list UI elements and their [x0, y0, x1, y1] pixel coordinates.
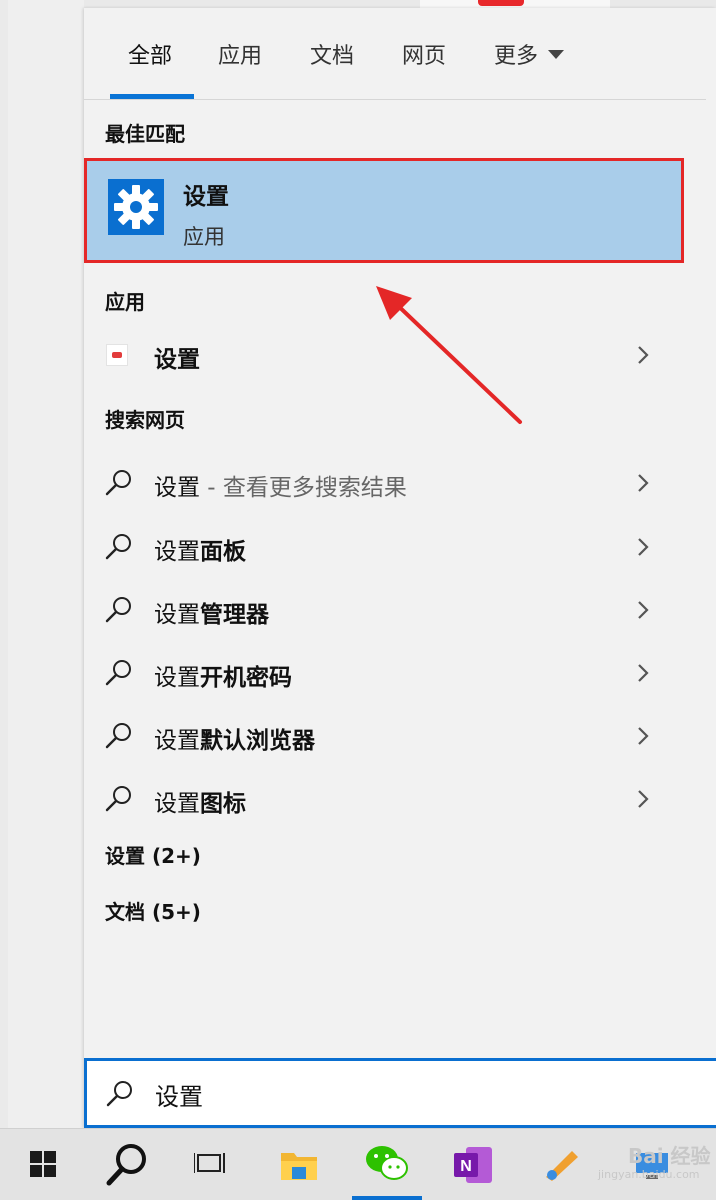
- app-icon: [106, 344, 128, 366]
- wechat-button[interactable]: [352, 1129, 422, 1200]
- search-icon: [105, 534, 131, 560]
- onenote-button[interactable]: N: [438, 1129, 508, 1200]
- active-tab-indicator: [110, 94, 194, 99]
- web-result-label: 设置管理器: [154, 595, 269, 629]
- folder-icon: [281, 1153, 317, 1180]
- app-result-label: 设置: [154, 347, 200, 373]
- web-result-row[interactable]: 设置默认浏览器: [84, 709, 706, 765]
- best-match-settings-app[interactable]: 设置 应用: [84, 158, 684, 263]
- section-apps: 应用: [105, 290, 145, 314]
- web-result-bold: 默认浏览器: [200, 728, 315, 754]
- web-result-prefix: 设置: [154, 665, 200, 691]
- section-settings-group[interactable]: 设置 (2+): [105, 840, 201, 869]
- search-tabs: 全部 应用 文档 网页 更多: [84, 8, 706, 100]
- paint-icon: [546, 1151, 578, 1181]
- web-result-bold: 面板: [200, 539, 246, 565]
- web-result-label: 设置图标: [154, 784, 246, 818]
- chevron-right-icon: [638, 664, 649, 682]
- chevron-right-icon: [638, 346, 649, 364]
- chevron-right-icon: [638, 727, 649, 745]
- windows-logo-icon: [30, 1151, 56, 1177]
- web-result-prefix: 设置: [154, 791, 200, 817]
- chevron-right-icon: [638, 601, 649, 619]
- start-button[interactable]: [8, 1129, 78, 1200]
- web-result-row[interactable]: 设置 - 查看更多搜索结果: [84, 456, 706, 512]
- settings-gear-icon: [108, 179, 164, 235]
- search-icon: [106, 1144, 146, 1186]
- section-best-match: 最佳匹配: [105, 122, 185, 146]
- search-icon: [105, 723, 131, 749]
- svg-text:N: N: [460, 1158, 472, 1175]
- tab-web[interactable]: 网页: [402, 38, 446, 70]
- search-icon: [106, 1081, 132, 1107]
- web-result-hint: - 查看更多搜索结果: [200, 475, 407, 501]
- task-view-icon: [194, 1153, 225, 1173]
- annotation-arrow-icon: [376, 286, 522, 424]
- active-app-indicator: [352, 1196, 422, 1200]
- watermark-url: jingyan.baidu.com: [598, 1168, 700, 1181]
- web-result-prefix: 设置: [154, 728, 200, 754]
- web-result-prefix: 设置: [154, 602, 200, 628]
- start-search-panel: 全部 应用 文档 网页 更多 最佳匹配 设置 应用 应用 设置 搜索网页 设置 …: [84, 8, 716, 1128]
- background-window-inner: [8, 0, 84, 1128]
- task-view-button[interactable]: [176, 1129, 246, 1200]
- tab-apps[interactable]: 应用: [218, 38, 262, 70]
- web-result-prefix: 设置: [154, 475, 200, 501]
- search-icon: [105, 597, 131, 623]
- tab-documents[interactable]: 文档: [310, 38, 354, 70]
- paint-button[interactable]: [530, 1129, 600, 1200]
- tab-more[interactable]: 更多: [494, 38, 565, 70]
- search-icon: [105, 470, 131, 496]
- chevron-right-icon: [638, 790, 649, 808]
- web-result-bold: 开机密码: [200, 665, 292, 691]
- caret-down-icon: [548, 50, 565, 59]
- web-result-label: 设置默认浏览器: [154, 721, 315, 755]
- file-explorer-button[interactable]: [264, 1129, 334, 1200]
- background-red-tab: [478, 0, 524, 6]
- section-web: 搜索网页: [105, 408, 185, 432]
- search-icon: [105, 786, 131, 812]
- best-match-title: 设置: [183, 184, 229, 210]
- web-result-row[interactable]: 设置图标: [84, 772, 706, 828]
- taskbar: N: [0, 1128, 716, 1200]
- taskbar-search-button[interactable]: [92, 1129, 162, 1200]
- search-box[interactable]: [84, 1058, 716, 1128]
- best-match-subtitle: 应用: [183, 225, 225, 249]
- section-documents-group[interactable]: 文档 (5+): [105, 896, 201, 925]
- wechat-icon: [366, 1146, 408, 1180]
- watermark-brand: Bai 经验: [628, 1144, 711, 1168]
- web-result-prefix: 设置: [154, 539, 200, 565]
- web-result-bold: 图标: [200, 791, 246, 817]
- web-result-bold: 管理器: [200, 602, 269, 628]
- chevron-right-icon: [638, 474, 649, 492]
- tab-more-label: 更多: [494, 44, 539, 69]
- search-input[interactable]: [153, 1073, 657, 1115]
- web-result-label: 设置 - 查看更多搜索结果: [154, 468, 407, 502]
- web-result-row[interactable]: 设置开机密码: [84, 646, 706, 702]
- onenote-icon: N: [454, 1147, 492, 1183]
- web-result-label: 设置面板: [154, 532, 246, 566]
- web-result-row[interactable]: 设置面板: [84, 520, 706, 576]
- web-result-row[interactable]: 设置管理器: [84, 583, 706, 639]
- web-result-label: 设置开机密码: [154, 658, 292, 692]
- search-icon: [105, 660, 131, 686]
- chevron-right-icon: [638, 538, 649, 556]
- tab-all[interactable]: 全部: [128, 38, 172, 70]
